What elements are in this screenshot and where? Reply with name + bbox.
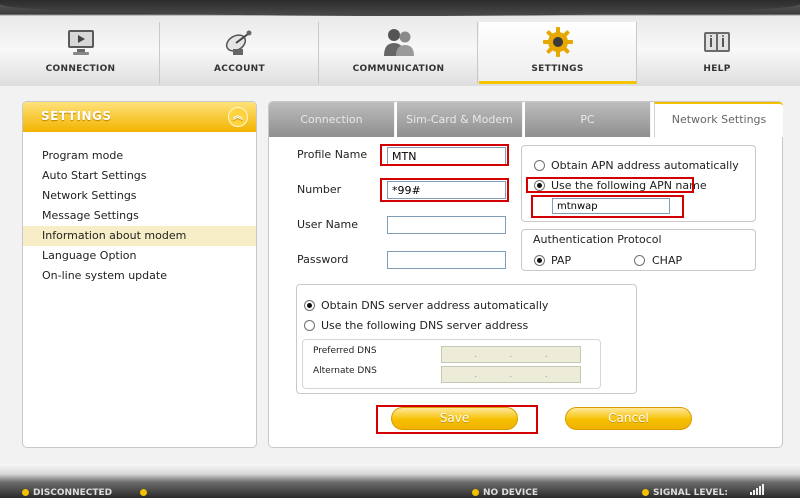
chap-label: CHAP xyxy=(652,254,683,267)
sidebar-item-network-settings[interactable]: Network Settings xyxy=(23,186,256,206)
sidebar-item-online-update[interactable]: On-line system update xyxy=(23,266,256,286)
device-status-text: NO DEVICE xyxy=(483,488,539,498)
tab-connection-label: CONNECTION xyxy=(45,64,116,74)
main-area: SETTINGS ︽ Program mode Auto Start Setti… xyxy=(0,86,800,464)
ip-separator: . xyxy=(544,369,548,380)
annotation-highlight xyxy=(531,195,684,218)
profile-name-label: Profile Name xyxy=(297,148,368,161)
satellite-icon xyxy=(224,26,256,58)
status-dot-icon xyxy=(22,489,29,496)
tab-help[interactable]: HELP xyxy=(638,22,796,84)
ip-separator: . xyxy=(474,369,478,380)
status-dot-icon xyxy=(472,489,479,496)
monitor-icon xyxy=(65,26,97,58)
chap-radio[interactable] xyxy=(634,255,645,266)
auth-protocol-title: Authentication Protocol xyxy=(533,233,662,246)
dns-manual-label: Use the following DNS server address xyxy=(321,319,529,332)
pap-radio[interactable] xyxy=(534,255,545,266)
cancel-button[interactable]: Cancel xyxy=(565,407,692,430)
user-name-input[interactable] xyxy=(387,216,506,234)
subtab-pc[interactable]: PC xyxy=(525,102,651,137)
people-icon xyxy=(383,26,415,58)
number-label: Number xyxy=(297,183,342,196)
dns-auto-radio[interactable] xyxy=(304,300,315,311)
signal-status: SIGNAL LEVEL: xyxy=(642,488,728,498)
subtab-sim-modem[interactable]: Sim-Card & Modem xyxy=(397,102,523,137)
annotation-highlight xyxy=(526,177,694,193)
ip-separator: . xyxy=(509,349,513,360)
tab-communication[interactable]: COMMUNICATION xyxy=(320,22,478,84)
tab-connection[interactable]: CONNECTION xyxy=(2,22,160,84)
ip-separator: . xyxy=(474,349,478,360)
sidebar-item-message-settings[interactable]: Message Settings xyxy=(23,206,256,226)
ip-separator: . xyxy=(509,369,513,380)
annotation-highlight xyxy=(380,178,509,202)
sidebar-item-language[interactable]: Language Option xyxy=(23,246,256,266)
annotation-highlight xyxy=(380,144,509,166)
user-name-label: User Name xyxy=(297,218,359,231)
tab-settings-label: SETTINGS xyxy=(531,64,584,74)
alternate-dns-label: Alternate DNS xyxy=(313,366,377,376)
subtab-connection[interactable]: Connection xyxy=(269,102,395,137)
password-input[interactable] xyxy=(387,251,506,269)
preferred-dns-label: Preferred DNS xyxy=(313,346,377,356)
status-dot-icon xyxy=(140,489,147,496)
dns-auto-label: Obtain DNS server address automatically xyxy=(321,299,549,312)
sidebar-item-modem-info[interactable]: Information about modem xyxy=(23,226,256,246)
subtab-network-settings[interactable]: Network Settings xyxy=(654,102,783,137)
tab-settings[interactable]: SETTINGS xyxy=(479,22,637,84)
alternate-dns-field: . . . xyxy=(441,366,581,383)
connection-status: DISCONNECTED xyxy=(22,488,112,498)
device-status: NO DEVICE xyxy=(472,488,538,498)
help-book-icon xyxy=(701,26,733,58)
status-indicator xyxy=(140,488,151,498)
connection-status-text: DISCONNECTED xyxy=(33,488,113,498)
settings-sidebar: SETTINGS ︽ Program mode Auto Start Setti… xyxy=(22,101,257,448)
top-rim xyxy=(0,0,800,16)
tab-account-label: ACCOUNT xyxy=(214,64,265,74)
preferred-dns-field: . . . xyxy=(441,346,581,363)
annotation-highlight xyxy=(376,405,538,434)
gear-icon xyxy=(542,26,574,58)
signal-bars-icon xyxy=(750,484,764,495)
tab-account[interactable]: ACCOUNT xyxy=(161,22,319,84)
sidebar-header: SETTINGS ︽ xyxy=(23,102,256,132)
collapse-chevron-icon[interactable]: ︽ xyxy=(228,107,248,127)
top-navigation: CONNECTION ACCOUNT COMMUNICATION SETTING… xyxy=(0,0,800,86)
sidebar-list: Program mode Auto Start Settings Network… xyxy=(23,146,256,286)
tab-help-label: HELP xyxy=(703,64,731,74)
sidebar-item-program-mode[interactable]: Program mode xyxy=(23,146,256,166)
network-settings-panel: Connection Sim-Card & Modem PC Network S… xyxy=(268,101,783,448)
password-label: Password xyxy=(297,253,349,266)
ip-separator: . xyxy=(544,349,548,360)
status-dot-icon xyxy=(642,489,649,496)
pap-label: PAP xyxy=(551,254,572,267)
dns-manual-radio[interactable] xyxy=(304,320,315,331)
signal-level-label: SIGNAL LEVEL: xyxy=(653,488,728,498)
apn-auto-label: Obtain APN address automatically xyxy=(551,159,739,172)
status-bar: DISCONNECTED NO DEVICE SIGNAL LEVEL: xyxy=(0,464,800,498)
tab-communication-label: COMMUNICATION xyxy=(352,64,445,74)
sidebar-item-auto-start[interactable]: Auto Start Settings xyxy=(23,166,256,186)
apn-auto-radio[interactable] xyxy=(534,160,545,171)
sidebar-title: SETTINGS xyxy=(41,109,112,123)
subtab-bar: Connection Sim-Card & Modem PC Network S… xyxy=(269,102,784,137)
